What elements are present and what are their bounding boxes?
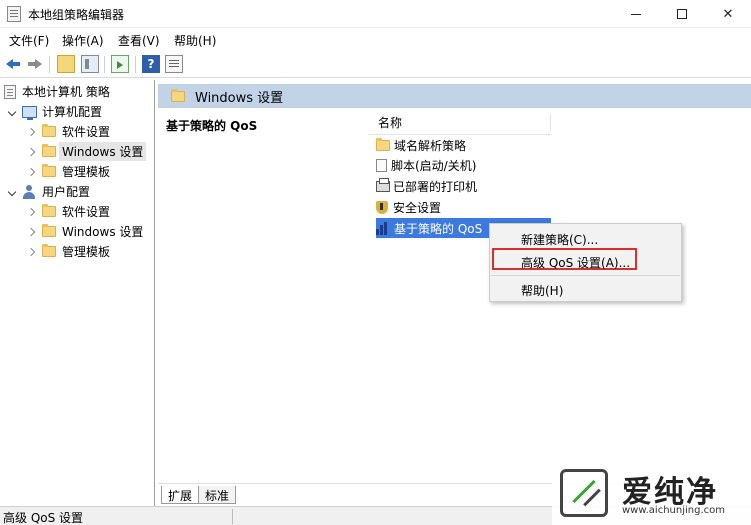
tree-item-software-settings[interactable]: 软件设置 [28,122,110,141]
menu-help[interactable]: 帮助(H) [174,32,216,49]
tree-item-windows-settings[interactable]: Windows 设置 [28,142,147,161]
menu-bar: 文件(F) 操作(A) 查看(V) 帮助(H) [0,29,751,50]
tree-root-local-policy[interactable]: 本地计算机 策略 [4,82,110,101]
minimize-button[interactable] [613,0,659,28]
maximize-button[interactable] [659,0,705,28]
qos-chart-icon [376,221,390,235]
column-header-name[interactable]: 名称 [368,110,551,135]
list-item-deployed-printers[interactable]: 已部署的打印机 [376,176,477,196]
list-item-label: 已部署的打印机 [393,179,478,194]
help-icon[interactable]: ? [142,55,160,73]
user-icon [22,184,36,199]
context-menu-advanced-qos[interactable]: 高级 QoS 设置(A)... [492,248,637,270]
tree-item-user-config[interactable]: 用户配置 [8,182,90,201]
status-text: 高级 QoS 设置 [3,511,84,525]
collapse-chevron-icon[interactable] [28,207,38,217]
up-folder-icon[interactable] [57,55,75,73]
list-item-label: 基于策略的 QoS [394,221,483,236]
tree-item-user-windows-settings[interactable]: Windows 设置 [28,222,143,241]
export-list-icon[interactable] [111,55,129,73]
folder-icon [42,124,56,137]
folder-icon [376,137,390,151]
script-icon [376,158,387,172]
watermark-url: www.aichunjing.com [622,505,725,516]
navigation-tree[interactable]: 本地计算机 策略 计算机配置 软件设置 Windows 设置 管理模板 用户配置… [0,80,155,506]
computer-icon [22,105,37,120]
tree-item-user-admin-templates[interactable]: 管理模板 [28,242,110,261]
list-item-dns-policy[interactable]: 域名解析策略 [376,135,466,155]
tree-label: 用户配置 [42,185,91,199]
tab-extended[interactable]: 扩展 [161,486,200,504]
close-button[interactable]: ✕ [705,0,751,28]
tree-label: 管理模板 [62,245,111,259]
toolbar-separator [49,56,50,73]
properties-icon[interactable] [165,55,183,73]
tree-item-computer-config[interactable]: 计算机配置 [8,102,102,121]
chart-bar [376,228,379,235]
show-hide-tree-icon[interactable] [81,55,99,73]
status-divider [232,509,233,524]
tree-item-admin-templates[interactable]: 管理模板 [28,162,110,181]
list-item-label: 域名解析策略 [394,138,467,153]
tree-label: 计算机配置 [42,105,103,119]
menu-view[interactable]: 查看(V) [118,32,160,49]
expand-chevron-icon[interactable] [8,187,18,197]
collapse-chevron-icon[interactable] [28,227,38,237]
list-item-label: 安全设置 [393,200,442,215]
tree-item-user-software-settings[interactable]: 软件设置 [28,202,110,221]
folder-icon [171,88,185,102]
details-header-title: Windows 设置 [195,90,284,106]
details-header: Windows 设置 [158,84,751,108]
maximize-icon [677,9,687,19]
folder-icon [42,244,56,257]
title-bar: 本地组策略编辑器 ✕ [0,0,751,28]
tree-label: 管理模板 [62,165,111,179]
collapse-chevron-icon[interactable] [28,167,38,177]
list-item-label: 脚本(启动/关机) [391,158,477,173]
chart-bar [384,221,387,235]
printer-icon [376,177,390,192]
policy-document-icon [4,84,16,99]
toolbar-separator [104,56,105,73]
folder-icon [42,204,56,217]
security-shield-icon [376,200,388,214]
expand-chevron-icon[interactable] [8,107,18,117]
collapse-chevron-icon[interactable] [28,147,38,157]
tree-label: Windows 设置 [62,225,144,239]
list-item-scripts[interactable]: 脚本(启动/关机) [376,155,476,175]
forward-arrow-icon[interactable] [26,55,44,73]
list-item-security-settings[interactable]: 安全设置 [376,197,441,217]
window-title: 本地组策略编辑器 [28,8,125,22]
context-menu: 新建策略(C)... 高级 QoS 设置(A)... 帮助(H) [489,223,682,302]
tree-label: Windows 设置 [59,142,147,161]
folder-icon [42,144,56,157]
tree-label: 本地计算机 策略 [22,85,110,99]
close-icon: ✕ [722,6,734,22]
tree-label: 软件设置 [62,125,111,139]
toolbar: ? [0,51,751,78]
watermark-logo-icon [560,469,608,517]
description-title: 基于策略的 QoS [166,119,258,133]
menu-action[interactable]: 操作(A) [62,32,104,49]
context-menu-new-policy[interactable]: 新建策略(C)... [490,227,681,249]
column-header-label: 名称 [378,116,403,130]
toolbar-separator [135,56,136,73]
folder-icon [42,224,56,237]
tab-standard[interactable]: 标准 [198,486,237,504]
context-menu-help[interactable]: 帮助(H) [490,278,681,300]
site-watermark: 爱纯净 www.aichunjing.com [552,463,751,525]
menu-file[interactable]: 文件(F) [9,32,49,49]
context-menu-separator [491,275,680,276]
tree-label: 软件设置 [62,205,111,219]
folder-icon [42,164,56,177]
collapse-chevron-icon[interactable] [28,247,38,257]
policy-editor-app-icon [7,6,21,22]
back-arrow-icon[interactable] [4,55,22,73]
column-divider[interactable] [550,114,551,131]
minimize-icon [631,13,641,15]
chart-bar [380,224,383,235]
collapse-chevron-icon[interactable] [28,127,38,137]
